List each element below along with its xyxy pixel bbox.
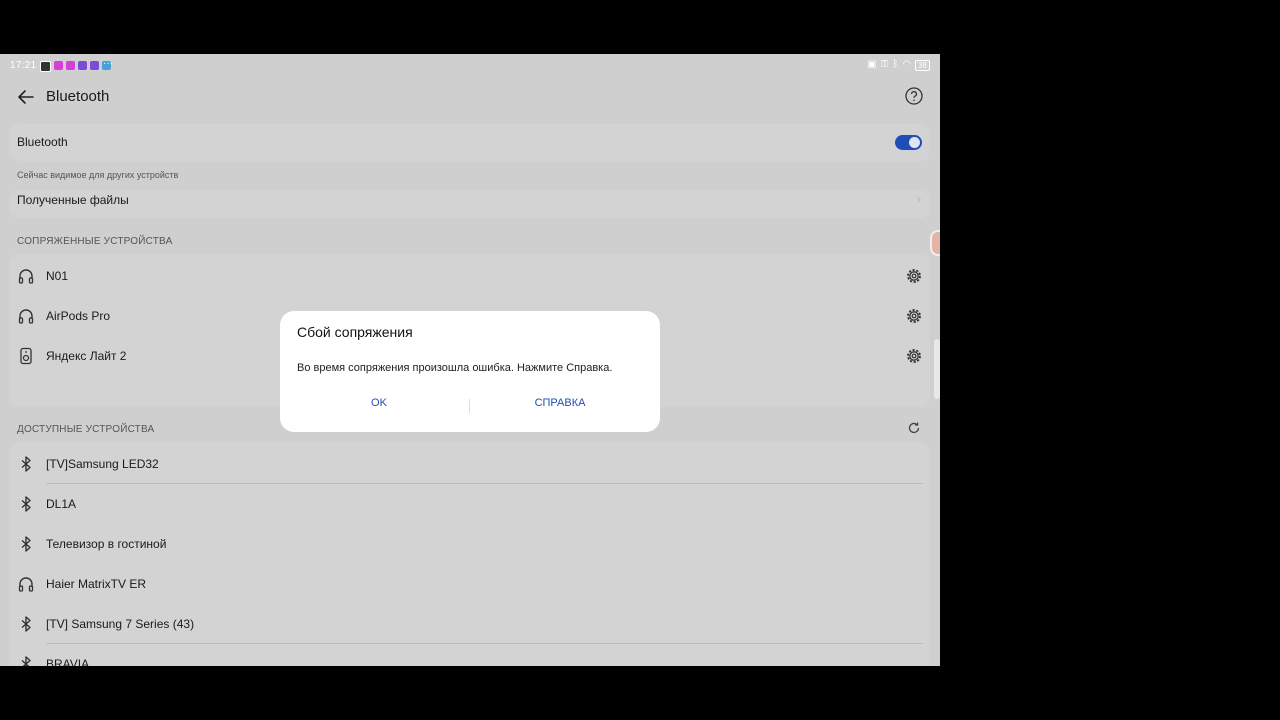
key-icon: ⚿	[880, 59, 889, 70]
visibility-hint: Сейчас видимое для других устройств	[17, 170, 179, 180]
app-notification-icon	[54, 61, 63, 70]
app-notification-icon	[66, 61, 75, 70]
available-device-row[interactable]: DL1A	[9, 484, 930, 524]
bluetooth-icon	[21, 536, 31, 552]
device-name: [TV]Samsung LED32	[46, 457, 159, 471]
received-files-label: Полученные файлы	[17, 193, 129, 207]
device-name: BRAVIA	[46, 657, 90, 666]
available-device-row[interactable]: [TV] Samsung 7 Series (43)	[9, 604, 930, 644]
device-name: AirPods Pro	[46, 309, 111, 323]
speaker-icon	[20, 347, 32, 365]
switch-knob	[909, 137, 920, 148]
dialog-title: Сбой сопряжения	[297, 324, 413, 340]
back-arrow-icon[interactable]	[16, 87, 36, 107]
status-bar: 17:21 ··· ▣ ⚿ ᛒ ◠ 38	[0, 54, 940, 78]
battery-icon: 38	[915, 59, 930, 71]
paired-section-title: СОПРЯЖЕННЫЕ УСТРОЙСТВА	[17, 236, 173, 247]
gear-icon[interactable]	[905, 307, 923, 325]
help-button[interactable]: СПРАВКА	[485, 397, 635, 409]
bluetooth-icon	[21, 456, 31, 472]
device-name: N01	[46, 269, 69, 283]
headphones-icon	[18, 269, 34, 284]
chevron-right-icon: ›	[917, 192, 921, 206]
device-name: [TV] Samsung 7 Series (43)	[46, 617, 195, 631]
headphones-icon	[18, 577, 34, 592]
system-icons: ▣ ⚿ ᛒ ◠ 38	[867, 59, 930, 71]
gear-icon[interactable]	[905, 347, 923, 365]
floating-bubble[interactable]	[930, 230, 940, 256]
headphones-icon	[18, 309, 34, 324]
pairing-error-dialog: Сбой сопряжения Во время сопряжения прои…	[280, 311, 660, 432]
available-device-row[interactable]: [TV]Samsung LED32	[9, 444, 930, 484]
bluetooth-label: Bluetooth	[17, 135, 68, 149]
page-title: Bluetooth	[46, 88, 110, 105]
available-device-row[interactable]: BRAVIA	[9, 644, 930, 666]
notification-icons	[40, 61, 111, 72]
refresh-icon[interactable]	[907, 421, 921, 435]
paired-device-row[interactable]: N01	[9, 256, 930, 296]
bluetooth-switch[interactable]	[895, 135, 922, 150]
top-bar: Bluetooth	[0, 78, 940, 116]
button-divider	[469, 399, 470, 413]
received-files-row[interactable]: Полученные файлы ›	[9, 190, 930, 218]
more-notifications-icon: ···	[103, 58, 113, 69]
app-notification-icon	[78, 61, 87, 70]
device-name: Телевизор в гостиной	[46, 537, 167, 551]
dialog-message: Во время сопряжения произошла ошибка. На…	[297, 362, 613, 374]
device-name: Яндекс Лайт 2	[46, 349, 127, 363]
available-section-title: ДОСТУПНЫЕ УСТРОЙСТВА	[17, 424, 155, 435]
bluetooth-status-icon: ᛒ	[892, 59, 899, 70]
side-panel-handle[interactable]	[934, 339, 940, 399]
device-name: Haier MatrixTV ER	[46, 577, 147, 591]
gear-icon[interactable]	[905, 267, 923, 285]
available-device-row[interactable]: Телевизор в гостиной	[9, 524, 930, 564]
app-notification-icon	[90, 61, 99, 70]
bluetooth-toggle-row[interactable]: Bluetooth	[9, 124, 930, 161]
ok-button[interactable]: OK	[304, 397, 454, 409]
nfc-icon: ▣	[867, 59, 877, 70]
device-name: DL1A	[46, 497, 77, 511]
bluetooth-icon	[21, 616, 31, 632]
wifi-icon: ◠	[902, 59, 912, 70]
available-device-row[interactable]: Haier MatrixTV ER	[9, 564, 930, 604]
bluetooth-icon	[21, 496, 31, 512]
bluetooth-icon	[21, 656, 31, 666]
available-devices-list: [TV]Samsung LED32 DL1A Телевизор в гости…	[9, 442, 930, 666]
help-icon[interactable]	[904, 86, 924, 106]
app-notification-icon	[40, 61, 51, 72]
status-time: 17:21	[10, 60, 37, 71]
